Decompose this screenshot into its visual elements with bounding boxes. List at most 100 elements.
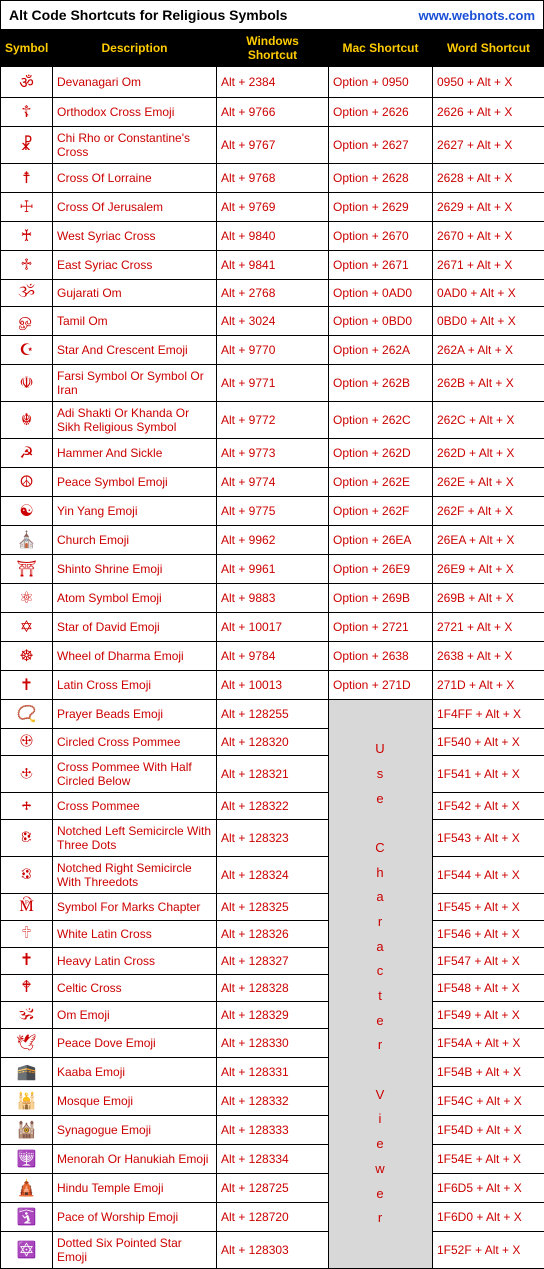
cell-word: 262B + Alt + X — [433, 365, 544, 402]
cell-symbol: ⛪ — [1, 526, 53, 555]
cell-windows: Alt + 128327 — [217, 948, 329, 975]
cell-windows: Alt + 9769 — [217, 193, 329, 222]
cell-description: Cross Of Lorraine — [53, 164, 217, 193]
cell-description: Tamil Om — [53, 307, 217, 336]
cell-description: Adi Shakti Or Khanda Or Sikh Religious S… — [53, 402, 217, 439]
cell-windows: Alt + 9767 — [217, 127, 329, 164]
cell-symbol: ✝ — [1, 671, 53, 700]
cell-word: 1F546 + Alt + X — [433, 921, 544, 948]
cell-mac: Option + 2670 — [329, 222, 433, 251]
table-row: ॐDevanagari OmAlt + 2384Option + 0950095… — [1, 67, 544, 98]
cell-symbol: 🕅 — [1, 894, 53, 921]
mac-merged-text: U s e C h a r a c t e r V i e w e r — [333, 737, 428, 1231]
cell-word: 0AD0 + Alt + X — [433, 280, 544, 307]
table-row: ⛩Shinto Shrine EmojiAlt + 9961Option + 2… — [1, 555, 544, 584]
cell-windows: Alt + 128323 — [217, 820, 329, 857]
cell-mac: Option + 0AD0 — [329, 280, 433, 307]
table-row: 🕇Heavy Latin CrossAlt + 1283271F547 + Al… — [1, 948, 544, 975]
cell-windows: Alt + 9841 — [217, 251, 329, 280]
col-description: Description — [53, 30, 217, 67]
cell-description: Pace of Worship Emoji — [53, 1203, 217, 1232]
table-row: ૐGujarati OmAlt + 2768Option + 0AD00AD0 … — [1, 280, 544, 307]
cell-description: Menorah Or Hanukiah Emoji — [53, 1145, 217, 1174]
cell-windows: Alt + 9766 — [217, 98, 329, 127]
cell-word: 1F545 + Alt + X — [433, 894, 544, 921]
table-row: ☬Adi Shakti Or Khanda Or Sikh Religious … — [1, 402, 544, 439]
cell-description: Peace Dove Emoji — [53, 1029, 217, 1058]
cell-symbol: ☩ — [1, 193, 53, 222]
cell-mac: Option + 2671 — [329, 251, 433, 280]
table-row: ௐTamil OmAlt + 3024Option + 0BD00BD0 + A… — [1, 307, 544, 336]
cell-windows: Alt + 128328 — [217, 975, 329, 1002]
cell-symbol: ☪ — [1, 336, 53, 365]
cell-symbol: ☮ — [1, 468, 53, 497]
table-row: ☪Star And Crescent EmojiAlt + 9770Option… — [1, 336, 544, 365]
cell-word: 1F543 + Alt + X — [433, 820, 544, 857]
table-row: ♱East Syriac CrossAlt + 9841Option + 267… — [1, 251, 544, 280]
cell-description: Prayer Beads Emoji — [53, 700, 217, 729]
cell-symbol: 🕇 — [1, 948, 53, 975]
cell-windows: Alt + 128321 — [217, 756, 329, 793]
cell-word: 271D + Alt + X — [433, 671, 544, 700]
table-row: ☭Hammer And SickleAlt + 9773Option + 262… — [1, 439, 544, 468]
cell-symbol: 🕌 — [1, 1087, 53, 1116]
cell-mac: Option + 2721 — [329, 613, 433, 642]
cell-word: 1F6D5 + Alt + X — [433, 1174, 544, 1203]
table-row: ☸Wheel of Dharma EmojiAlt + 9784Option +… — [1, 642, 544, 671]
cell-symbol: ॐ — [1, 67, 53, 98]
cell-symbol: 🕋 — [1, 1058, 53, 1087]
cell-windows: Alt + 9773 — [217, 439, 329, 468]
cell-mac: Option + 26E9 — [329, 555, 433, 584]
cell-windows: Alt + 9840 — [217, 222, 329, 251]
cell-windows: Alt + 3024 — [217, 307, 329, 336]
cell-word: 262E + Alt + X — [433, 468, 544, 497]
col-mac: Mac Shortcut — [329, 30, 433, 67]
cell-mac: Option + 2627 — [329, 127, 433, 164]
table-row: ⛪Church EmojiAlt + 9962Option + 26EA26EA… — [1, 526, 544, 555]
cell-description: Dotted Six Pointed Star Emoji — [53, 1232, 217, 1269]
cell-windows: Alt + 9774 — [217, 468, 329, 497]
cell-description: Notched Left Semicircle With Three Dots — [53, 820, 217, 857]
cell-symbol: 🕆 — [1, 921, 53, 948]
cell-windows: Alt + 9768 — [217, 164, 329, 193]
cell-windows: Alt + 128326 — [217, 921, 329, 948]
cell-description: West Syriac Cross — [53, 222, 217, 251]
table-row: ⚛Atom Symbol EmojiAlt + 9883Option + 269… — [1, 584, 544, 613]
cell-description: Atom Symbol Emoji — [53, 584, 217, 613]
table-row: 🕁Cross Pommee With Half Circled BelowAlt… — [1, 756, 544, 793]
cell-symbol: ௐ — [1, 307, 53, 336]
cell-windows: Alt + 9770 — [217, 336, 329, 365]
cell-windows: Alt + 128332 — [217, 1087, 329, 1116]
cell-mac-merged: U s e C h a r a c t e r V i e w e r — [329, 700, 433, 1269]
col-windows: Windows Shortcut — [217, 30, 329, 67]
cell-description: Gujarati Om — [53, 280, 217, 307]
cell-mac: Option + 262E — [329, 468, 433, 497]
cell-word: 1F544 + Alt + X — [433, 857, 544, 894]
cell-symbol: ✡ — [1, 613, 53, 642]
cell-word: 1F541 + Alt + X — [433, 756, 544, 793]
cell-windows: Alt + 9961 — [217, 555, 329, 584]
col-symbol: Symbol — [1, 30, 53, 67]
cell-description: Orthodox Cross Emoji — [53, 98, 217, 127]
cell-word: 262C + Alt + X — [433, 402, 544, 439]
table-row: 🕍Synagogue EmojiAlt + 1283331F54D + Alt … — [1, 1116, 544, 1145]
cell-description: Synagogue Emoji — [53, 1116, 217, 1145]
cell-description: Peace Symbol Emoji — [53, 468, 217, 497]
cell-description: Wheel of Dharma Emoji — [53, 642, 217, 671]
cell-description: Cross Pommee — [53, 793, 217, 820]
cell-mac: Option + 2638 — [329, 642, 433, 671]
cell-windows: Alt + 128324 — [217, 857, 329, 894]
cell-mac: Option + 271D — [329, 671, 433, 700]
cell-symbol: 🛕 — [1, 1174, 53, 1203]
page-title: Alt Code Shortcuts for Religious Symbols — [9, 7, 287, 23]
cell-windows: Alt + 128720 — [217, 1203, 329, 1232]
cell-symbol: ☭ — [1, 439, 53, 468]
table-row: 🛐Pace of Worship EmojiAlt + 1287201F6D0 … — [1, 1203, 544, 1232]
cell-symbol: ☦ — [1, 98, 53, 127]
cell-description: Devanagari Om — [53, 67, 217, 98]
cell-description: Heavy Latin Cross — [53, 948, 217, 975]
table-row: 🕌Mosque EmojiAlt + 1283321F54C + Alt + X — [1, 1087, 544, 1116]
table-row: 📿Prayer Beads EmojiAlt + 128255U s e C h… — [1, 700, 544, 729]
cell-windows: Alt + 2768 — [217, 280, 329, 307]
cell-word: 262D + Alt + X — [433, 439, 544, 468]
